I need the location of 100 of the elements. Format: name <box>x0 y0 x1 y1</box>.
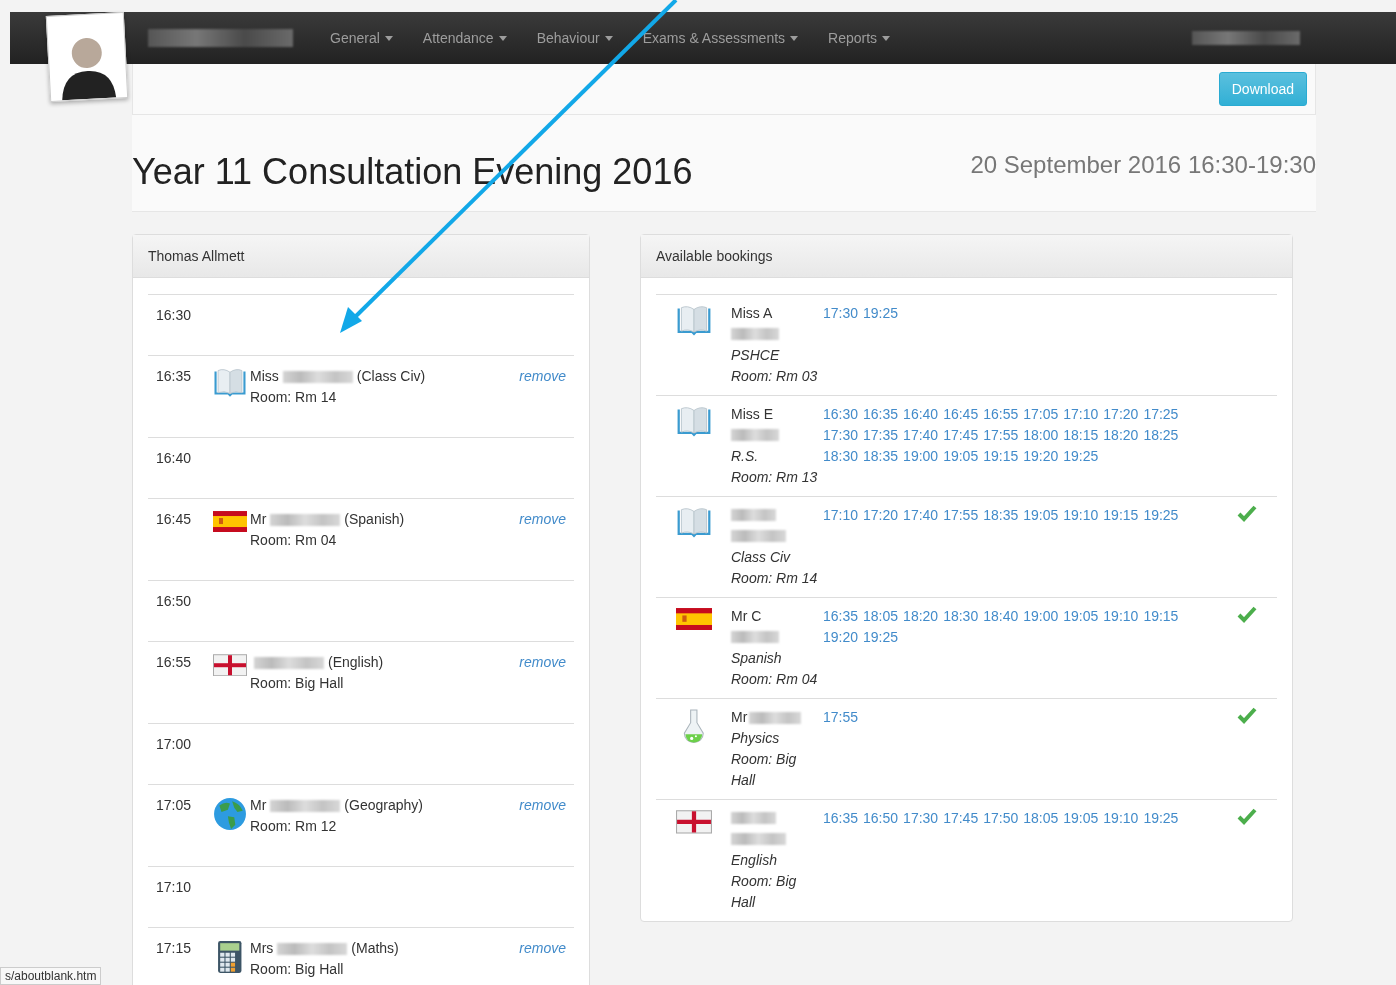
time-slot-link[interactable]: 17:40 <box>903 505 939 526</box>
subject: Spanish <box>731 649 782 668</box>
time-slot-link[interactable]: 19:10 <box>1063 505 1099 526</box>
remove-link[interactable]: remove <box>519 938 566 959</box>
time-slot-link[interactable]: 19:15 <box>983 446 1019 467</box>
time-slot-link[interactable]: 19:00 <box>1023 606 1059 627</box>
time-slot-link[interactable]: 19:05 <box>1063 808 1099 829</box>
time-slot-link[interactable]: 19:25 <box>863 303 899 324</box>
book-icon <box>675 406 712 437</box>
time-slot-link[interactable]: 17:55 <box>943 505 979 526</box>
time-slot-link[interactable]: 19:25 <box>1063 446 1099 467</box>
room: Room: Rm 14 <box>731 569 818 588</box>
time-slot-link[interactable]: 19:25 <box>1143 505 1179 526</box>
remove-link[interactable]: remove <box>519 509 566 530</box>
nav-menu[interactable]: Exams & Assessments <box>627 30 814 46</box>
time-slot-link[interactable]: 17:30 <box>903 808 939 829</box>
time-slot-link[interactable]: 16:35 <box>823 606 859 627</box>
subject: (English) <box>328 654 384 670</box>
teacher-name: Mr C <box>731 607 762 626</box>
time-slot-link[interactable]: 18:20 <box>1103 425 1139 446</box>
blurred-name <box>731 509 776 521</box>
time-slot-link[interactable]: 19:05 <box>1023 505 1059 526</box>
teacher-name: Miss E <box>731 405 773 424</box>
time-slot-link[interactable]: 17:40 <box>903 425 939 446</box>
time-slot-link[interactable]: 18:35 <box>863 446 899 467</box>
remove-link[interactable]: remove <box>519 366 566 387</box>
blurred-name <box>731 631 779 643</box>
remove-link[interactable]: remove <box>519 652 566 673</box>
blurred-name <box>254 657 324 670</box>
spanish-flag-icon <box>213 511 247 533</box>
time-slot-link[interactable]: 16:30 <box>823 404 859 425</box>
time-slot-link[interactable]: 16:35 <box>863 404 899 425</box>
panel-title: Thomas Allmett <box>148 248 245 264</box>
slot-time: 17:10 <box>156 878 193 897</box>
time-slot-link[interactable]: 19:10 <box>1103 808 1139 829</box>
nav-menu[interactable]: Behaviour <box>521 30 628 46</box>
room: Room: Rm 12 <box>250 817 338 836</box>
subject: (Geography) <box>344 797 423 813</box>
caret-icon <box>498 35 507 41</box>
time-slot-link[interactable]: 18:15 <box>1063 425 1099 446</box>
time-slot-link[interactable]: 18:30 <box>823 446 859 467</box>
nav-menu[interactable]: Attendance <box>407 30 522 46</box>
time-slot-link[interactable]: 17:05 <box>1023 404 1059 425</box>
time-slot-link[interactable]: 19:15 <box>1103 505 1139 526</box>
time-slot-link[interactable]: 19:10 <box>1103 606 1139 627</box>
nav-menu[interactable]: General <box>315 30 408 46</box>
slot-time: 17:15 <box>156 939 193 958</box>
time-slot-link[interactable]: 17:30 <box>823 303 859 324</box>
time-slot-link[interactable]: 17:30 <box>823 425 859 446</box>
blurred-name <box>270 514 341 527</box>
time-slot-link[interactable]: 16:55 <box>983 404 1019 425</box>
room: Room: Rm 14 <box>250 388 338 407</box>
slot-time: 16:35 <box>156 367 193 386</box>
time-slot-link[interactable]: 17:10 <box>1063 404 1099 425</box>
time-slot-link[interactable]: 16:50 <box>863 808 899 829</box>
remove-link[interactable]: remove <box>519 795 566 816</box>
time-slot-link[interactable]: 17:10 <box>823 505 859 526</box>
time-slot-link[interactable]: 18:05 <box>863 606 899 627</box>
time-slot-link[interactable]: 17:45 <box>943 808 979 829</box>
time-slot-link[interactable]: 19:15 <box>1143 606 1179 627</box>
slot-time: 16:30 <box>156 306 193 325</box>
time-slot-link[interactable]: 18:30 <box>943 606 979 627</box>
time-slot-link[interactable]: 18:25 <box>1143 425 1179 446</box>
time-slot-link[interactable]: 18:20 <box>903 606 939 627</box>
time-slot-link[interactable]: 18:00 <box>1023 425 1059 446</box>
time-slot-link[interactable]: 19:20 <box>1023 446 1059 467</box>
time-slot-link[interactable]: 19:05 <box>1063 606 1099 627</box>
time-slot-link[interactable]: 16:40 <box>903 404 939 425</box>
time-slot-link[interactable]: 19:25 <box>1143 808 1179 829</box>
time-slot-link[interactable]: 17:20 <box>863 505 899 526</box>
time-slot-link[interactable]: 17:35 <box>863 425 899 446</box>
time-slot-link[interactable]: 17:55 <box>823 707 859 728</box>
time-slot-link[interactable]: 18:35 <box>983 505 1019 526</box>
teacher-title: Mr <box>250 797 267 813</box>
subject: Physics <box>731 729 780 748</box>
time-slot-link[interactable]: 19:00 <box>903 446 939 467</box>
calculator-icon <box>217 940 243 974</box>
spanish-flag-icon <box>675 608 712 631</box>
time-slot-link[interactable]: 19:25 <box>863 627 899 648</box>
room: Room: Rm 13 <box>731 468 818 487</box>
time-slot-link[interactable]: 19:20 <box>823 627 859 648</box>
time-slot-link[interactable]: 18:40 <box>983 606 1019 627</box>
time-slot-link[interactable]: 17:45 <box>943 425 979 446</box>
time-slot-link[interactable]: 17:55 <box>983 425 1019 446</box>
download-button[interactable]: Download <box>1218 72 1307 106</box>
time-slot-link[interactable]: 17:50 <box>983 808 1019 829</box>
time-slot-link[interactable]: 16:45 <box>943 404 979 425</box>
time-slot-link[interactable]: 18:05 <box>1023 808 1059 829</box>
time-slot-link[interactable]: 17:20 <box>1103 404 1139 425</box>
slot-time: 17:05 <box>156 796 193 815</box>
blurred-name <box>282 371 353 384</box>
time-slot-link[interactable]: 17:25 <box>1143 404 1179 425</box>
slot-time: 16:55 <box>156 653 193 672</box>
room: Room: Rm 04 <box>250 531 338 550</box>
room: Room: Big Hall <box>731 750 798 790</box>
time-slot-link[interactable]: 19:05 <box>943 446 979 467</box>
time-slot-link[interactable]: 16:35 <box>823 808 859 829</box>
blurred-name <box>731 530 786 542</box>
english-flag-icon <box>213 654 247 677</box>
nav-menu[interactable]: Reports <box>813 30 906 46</box>
